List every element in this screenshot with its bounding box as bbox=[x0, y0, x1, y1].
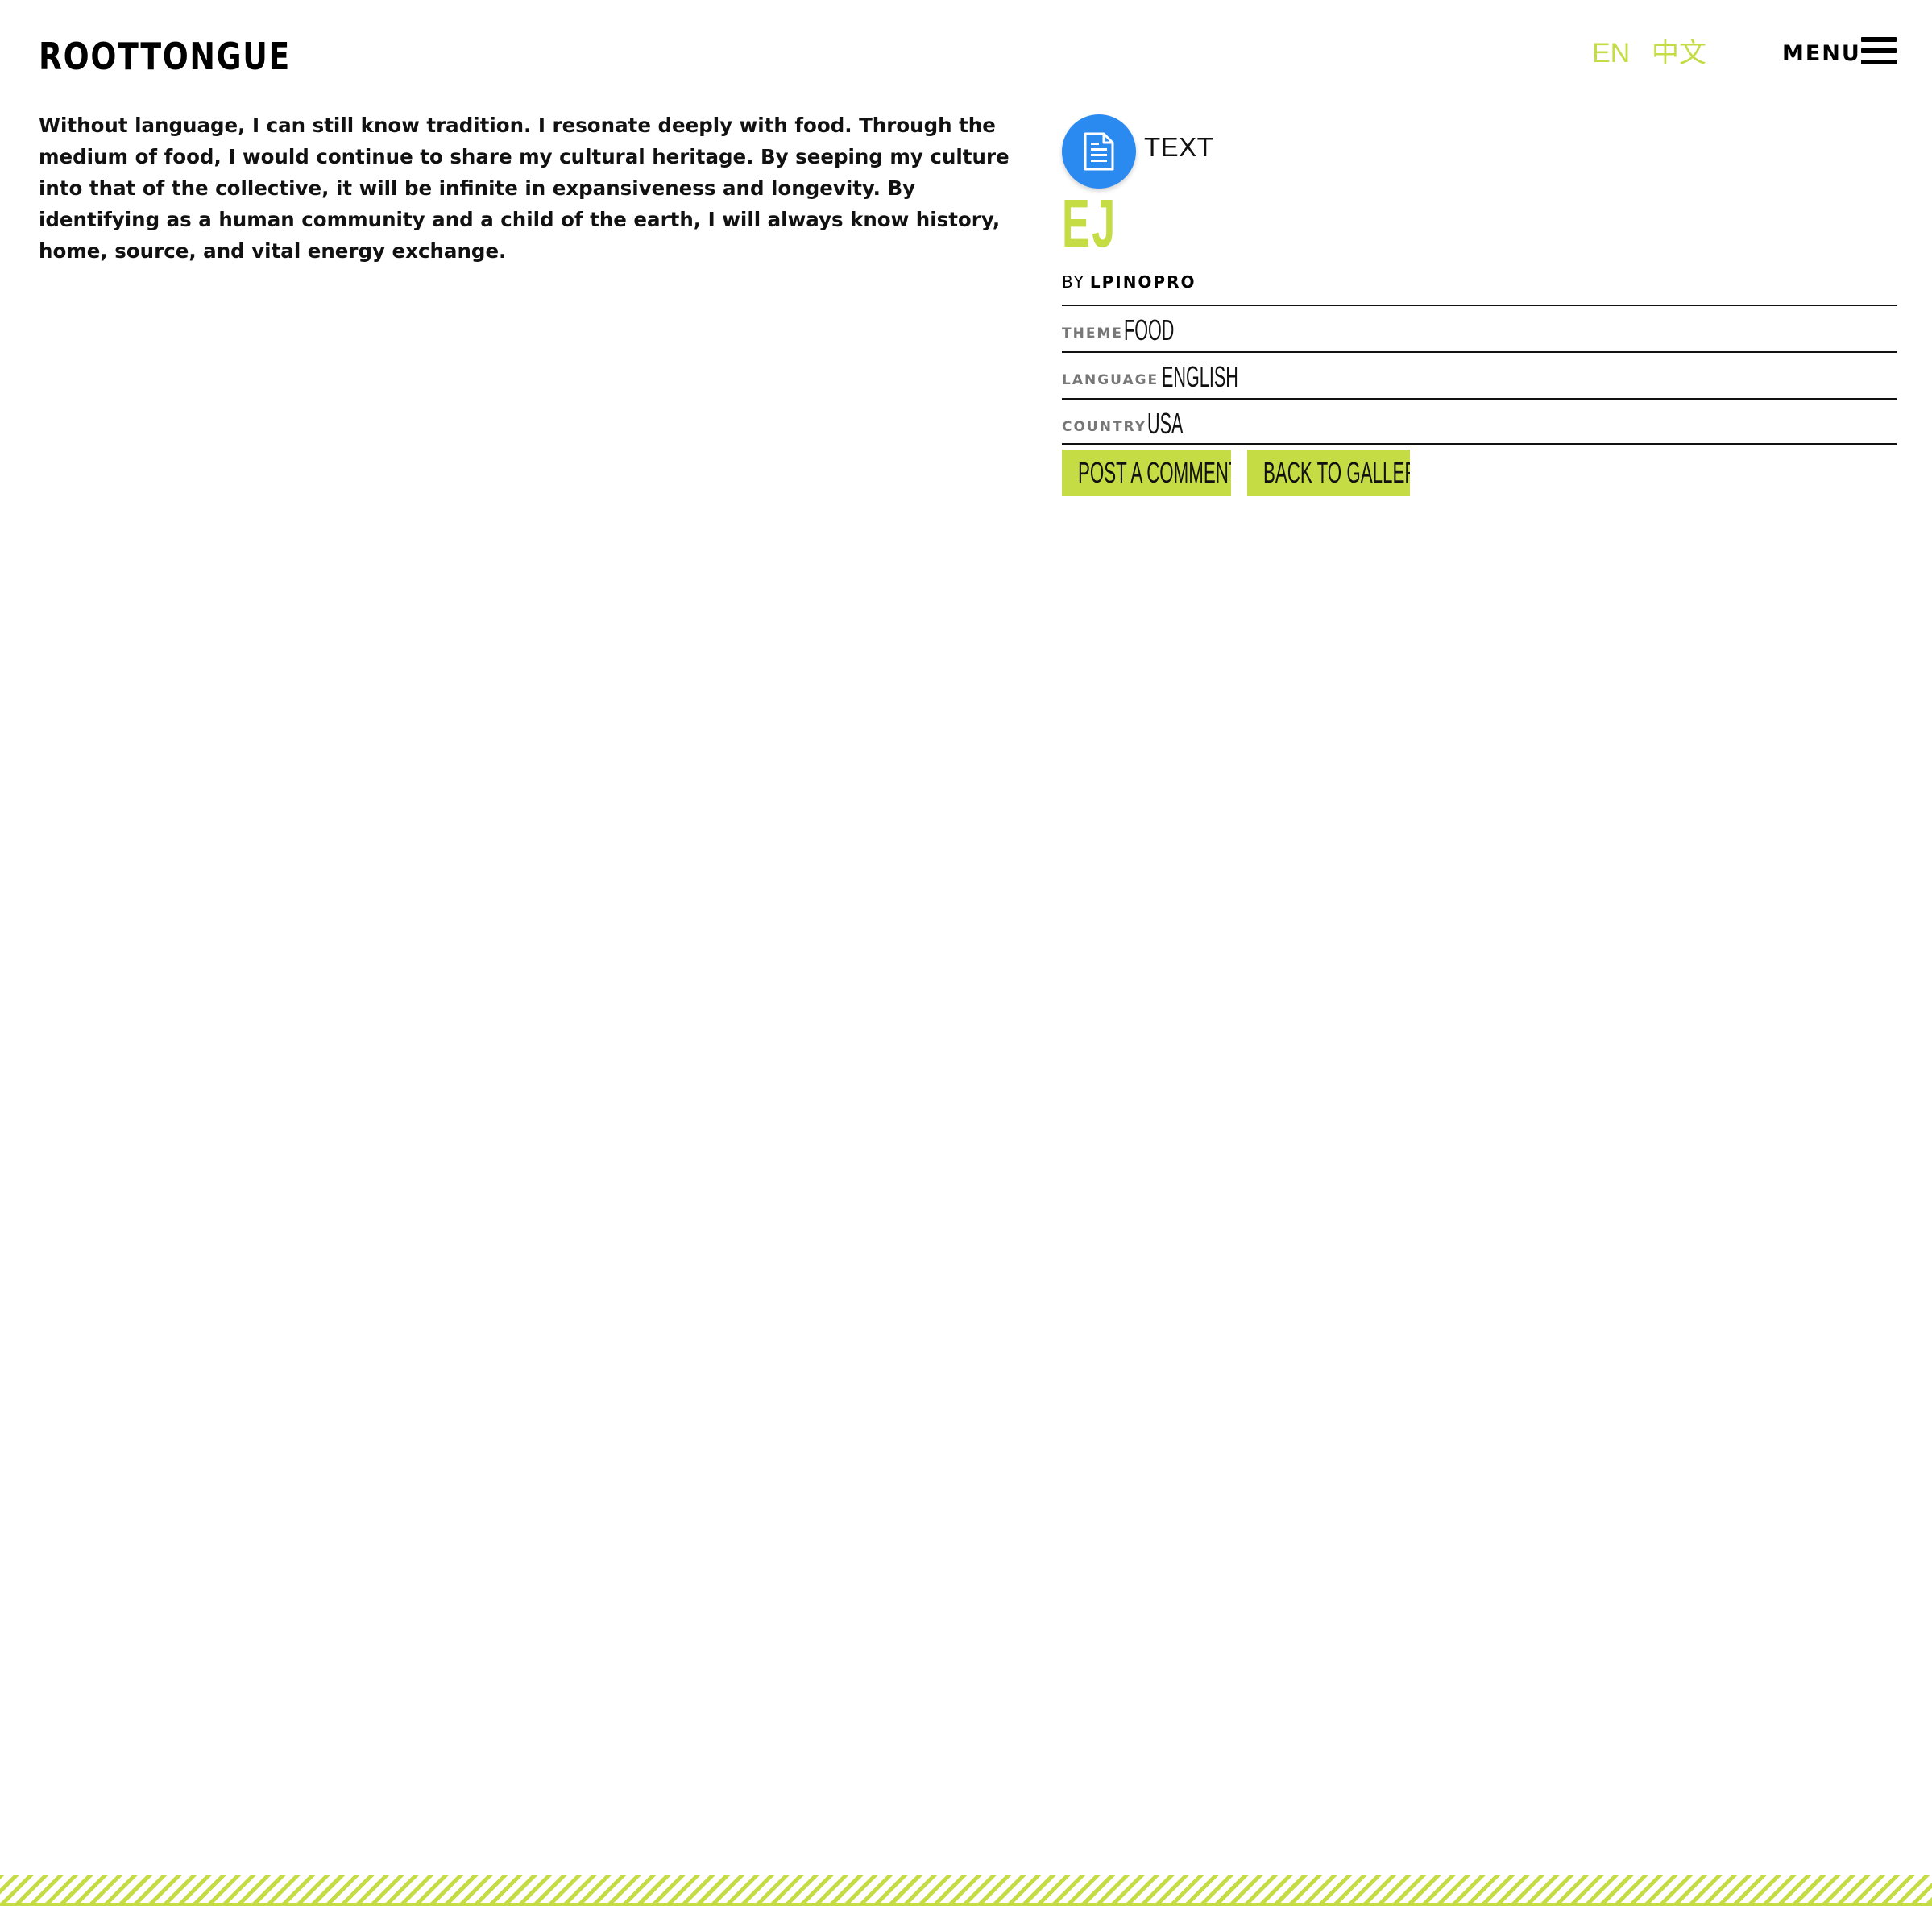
language-en-link[interactable]: EN bbox=[1592, 35, 1630, 71]
meta-key-country: COUNTRY bbox=[1062, 419, 1147, 435]
meta-key-language: LANGUAGE bbox=[1062, 372, 1159, 388]
post-comment-button[interactable]: POST A COMMENT bbox=[1062, 450, 1231, 496]
entry-body-text: Without language, I can still know tradi… bbox=[39, 114, 1010, 263]
entry-title: EJ bbox=[1062, 185, 1117, 261]
footer-stripe bbox=[0, 1875, 1932, 1906]
meta-row-country: COUNTRY USA bbox=[1062, 398, 1897, 445]
meta-value-language[interactable]: ENGLISH bbox=[1162, 361, 1238, 393]
site-logo[interactable]: ROOTTONGUE bbox=[39, 32, 346, 81]
media-type-circle bbox=[1062, 114, 1136, 189]
site-header: ROOTTONGUE EN 中文 MENU bbox=[0, 0, 1932, 105]
menu-button[interactable]: MENU bbox=[1782, 35, 1897, 71]
media-type-badge: TEXT bbox=[1062, 113, 1897, 190]
byline-label: BY bbox=[1062, 272, 1085, 292]
back-to-gallery-label: BACK TO GALLERY bbox=[1263, 456, 1410, 489]
byline: BY LPINOPRO bbox=[1062, 272, 1196, 292]
media-type-label: TEXT bbox=[1144, 132, 1214, 162]
language-zh-link[interactable]: 中文 bbox=[1652, 35, 1706, 71]
meta-key-theme: THEME bbox=[1062, 325, 1123, 342]
author-link[interactable]: LPINOPRO bbox=[1090, 272, 1196, 292]
entry-sidebar: TEXT EJ BY LPINOPRO THEME FOOD LANGUAGE E… bbox=[1062, 113, 1897, 496]
back-to-gallery-button[interactable]: BACK TO GALLERY bbox=[1247, 450, 1410, 496]
meta-value-theme[interactable]: FOOD bbox=[1124, 314, 1174, 346]
entry-actions: POST A COMMENT BACK TO GALLERY bbox=[1062, 450, 1410, 496]
document-icon bbox=[1084, 132, 1114, 171]
logo-text: ROOTTONGUE bbox=[39, 35, 291, 78]
meta-row-language: LANGUAGE ENGLISH bbox=[1062, 351, 1897, 398]
post-comment-label: POST A COMMENT bbox=[1078, 456, 1231, 489]
meta-value-country[interactable]: USA bbox=[1147, 408, 1183, 440]
hamburger-icon bbox=[1861, 37, 1897, 66]
meta-row-theme: THEME FOOD bbox=[1062, 305, 1897, 351]
menu-label: MENU bbox=[1782, 40, 1861, 66]
